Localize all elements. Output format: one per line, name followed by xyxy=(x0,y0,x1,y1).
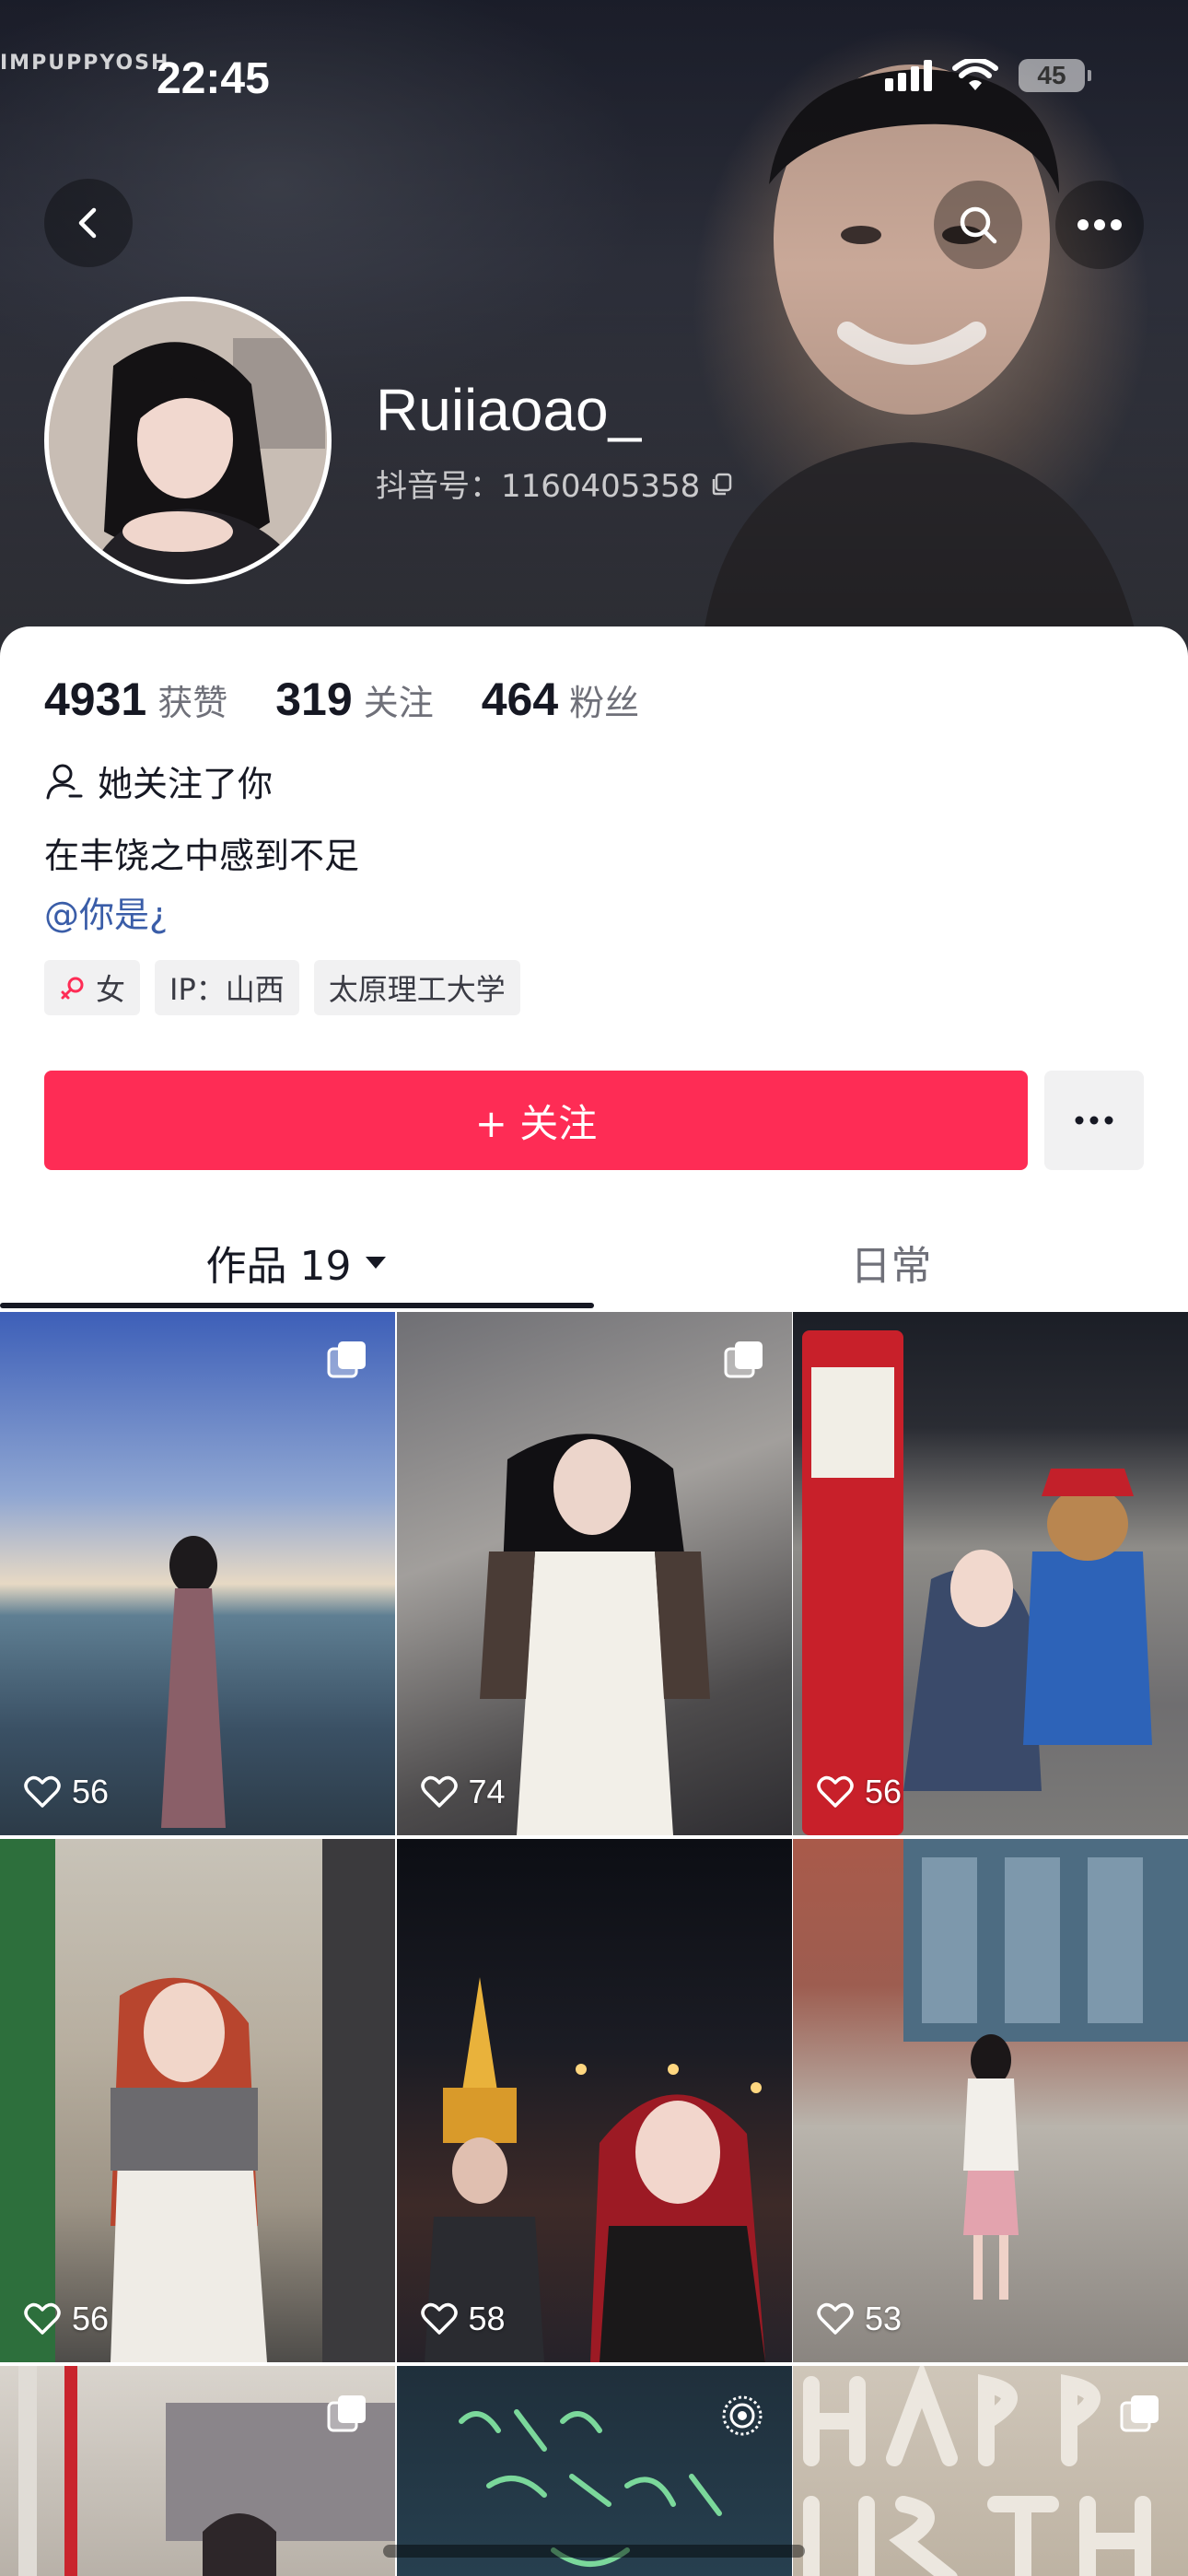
post-likes: 74 xyxy=(420,1773,506,1811)
post-thumbnail[interactable] xyxy=(793,2366,1188,2576)
multi-image-icon xyxy=(327,2395,366,2432)
ip-tag-label: IP：山西 xyxy=(169,972,285,1007)
female-icon xyxy=(61,977,84,1000)
battery-indicator: 45 xyxy=(1019,59,1091,92)
search-button[interactable] xyxy=(934,181,1022,269)
post-thumbnail[interactable] xyxy=(0,2366,395,2576)
ip-tag: IP：山西 xyxy=(155,960,299,1015)
avatar[interactable] xyxy=(44,297,332,584)
copy-icon[interactable] xyxy=(709,471,735,497)
more-dots-icon xyxy=(1077,219,1122,230)
heart-icon xyxy=(420,1775,458,1808)
multi-image-icon xyxy=(327,1341,366,1378)
more-dots-icon xyxy=(1075,1116,1113,1125)
multi-image-icon xyxy=(724,1341,763,1378)
status-time: 22:45 xyxy=(157,54,270,103)
post-thumbnail[interactable]: 56 xyxy=(793,1312,1188,1835)
stat-following[interactable]: 319 关注 xyxy=(275,673,433,726)
post-likes-count: 56 xyxy=(72,1773,110,1810)
tab-works-label: 作品 19 xyxy=(205,1243,352,1290)
user-icon xyxy=(46,764,83,799)
heart-icon xyxy=(420,2302,458,2335)
multi-image-icon xyxy=(1120,2395,1159,2432)
post-thumbnail[interactable]: 58 xyxy=(396,1839,792,2362)
avatar-photo xyxy=(49,301,327,580)
stat-following-value: 319 xyxy=(275,673,353,725)
post-likes: 56 xyxy=(817,1773,902,1811)
post-likes: 56 xyxy=(24,2300,109,2338)
tab-daily-label: 日常 xyxy=(850,1243,932,1290)
post-thumbnail[interactable]: 74 xyxy=(396,1312,792,1835)
post-likes-count: 56 xyxy=(72,2300,110,2337)
posts-grid: 56 74 56 56 58 53 xyxy=(0,1312,1188,2576)
caret-down-icon xyxy=(366,1257,387,1269)
gender-tag: 女 xyxy=(44,960,141,1015)
post-thumbnail[interactable]: 56 xyxy=(0,1312,395,1835)
stat-followers-value: 464 xyxy=(481,673,559,725)
post-likes: 58 xyxy=(420,2300,506,2338)
back-button[interactable] xyxy=(44,179,133,267)
cellular-signal-icon xyxy=(885,60,932,91)
profile-tags: 女 IP：山西 太原理工大学 xyxy=(44,960,520,1015)
post-likes-count: 58 xyxy=(468,2300,506,2337)
tab-works[interactable]: 作品 19 xyxy=(0,1216,594,1308)
stat-followers[interactable]: 464 粉丝 xyxy=(482,673,639,726)
post-image xyxy=(479,1434,710,1835)
tab-daily[interactable]: 日常 xyxy=(594,1216,1188,1308)
post-image xyxy=(802,1330,1152,1835)
stat-likes-label: 获赞 xyxy=(157,683,228,723)
post-image xyxy=(903,1839,1188,2300)
post-image xyxy=(161,1536,226,1828)
stat-likes-value: 4931 xyxy=(44,673,147,725)
bio-mention-link[interactable]: @你是¿ xyxy=(44,886,168,937)
post-likes-count: 53 xyxy=(865,2300,903,2337)
more-options-button[interactable] xyxy=(1055,181,1144,269)
post-thumbnail[interactable]: 53 xyxy=(793,1839,1188,2362)
post-image xyxy=(0,1839,395,2362)
heart-icon xyxy=(24,2302,61,2335)
stat-followers-label: 粉丝 xyxy=(569,683,640,723)
profile-info-panel: 4931 获赞 319 关注 464 粉丝 她关注了你 在丰饶之中感到不足 @你… xyxy=(0,626,1188,1308)
home-indicator[interactable] xyxy=(383,2545,805,2558)
stat-likes[interactable]: 4931 获赞 xyxy=(44,673,227,726)
school-tag[interactable]: 太原理工大学 xyxy=(313,960,520,1015)
douyin-id[interactable]: 抖音号：1160405358 xyxy=(376,461,735,506)
follows-you-indicator: 她关注了你 xyxy=(44,755,273,806)
post-likes: 53 xyxy=(817,2300,902,2338)
douyin-id-text: 抖音号：1160405358 xyxy=(376,468,701,505)
status-icons: 45 xyxy=(885,59,1091,92)
tab-active-indicator xyxy=(0,1303,594,1308)
live-photo-icon xyxy=(722,2395,762,2436)
wifi-icon xyxy=(952,59,998,90)
heart-icon xyxy=(817,1775,854,1808)
school-tag-label: 太原理工大学 xyxy=(328,972,506,1007)
username: Ruiiaoao_ xyxy=(376,377,642,443)
post-thumbnail[interactable]: 56 xyxy=(0,1839,395,2362)
bio-text: 在丰饶之中感到不足 xyxy=(44,836,360,876)
stat-following-label: 关注 xyxy=(363,683,434,723)
content-tabs: 作品 19 日常 xyxy=(0,1216,1188,1308)
post-image xyxy=(424,1977,765,2362)
post-likes-count: 56 xyxy=(865,1773,903,1810)
follow-button-label: + 关注 xyxy=(474,1100,598,1146)
post-likes: 56 xyxy=(24,1773,109,1811)
profile-stats: 4931 获赞 319 关注 464 粉丝 xyxy=(44,673,639,726)
watermark-text: IMPUPPYOSH xyxy=(0,52,170,75)
heart-icon xyxy=(24,1775,61,1808)
heart-icon xyxy=(817,2302,854,2335)
chevron-left-icon xyxy=(78,207,97,239)
follow-button[interactable]: + 关注 xyxy=(44,1071,1028,1170)
search-icon xyxy=(960,206,997,244)
gender-tag-label: 女 xyxy=(96,972,126,1007)
post-likes-count: 74 xyxy=(468,1773,506,1810)
follow-more-button[interactable] xyxy=(1044,1071,1144,1170)
follows-you-text: 她关注了你 xyxy=(98,764,274,804)
